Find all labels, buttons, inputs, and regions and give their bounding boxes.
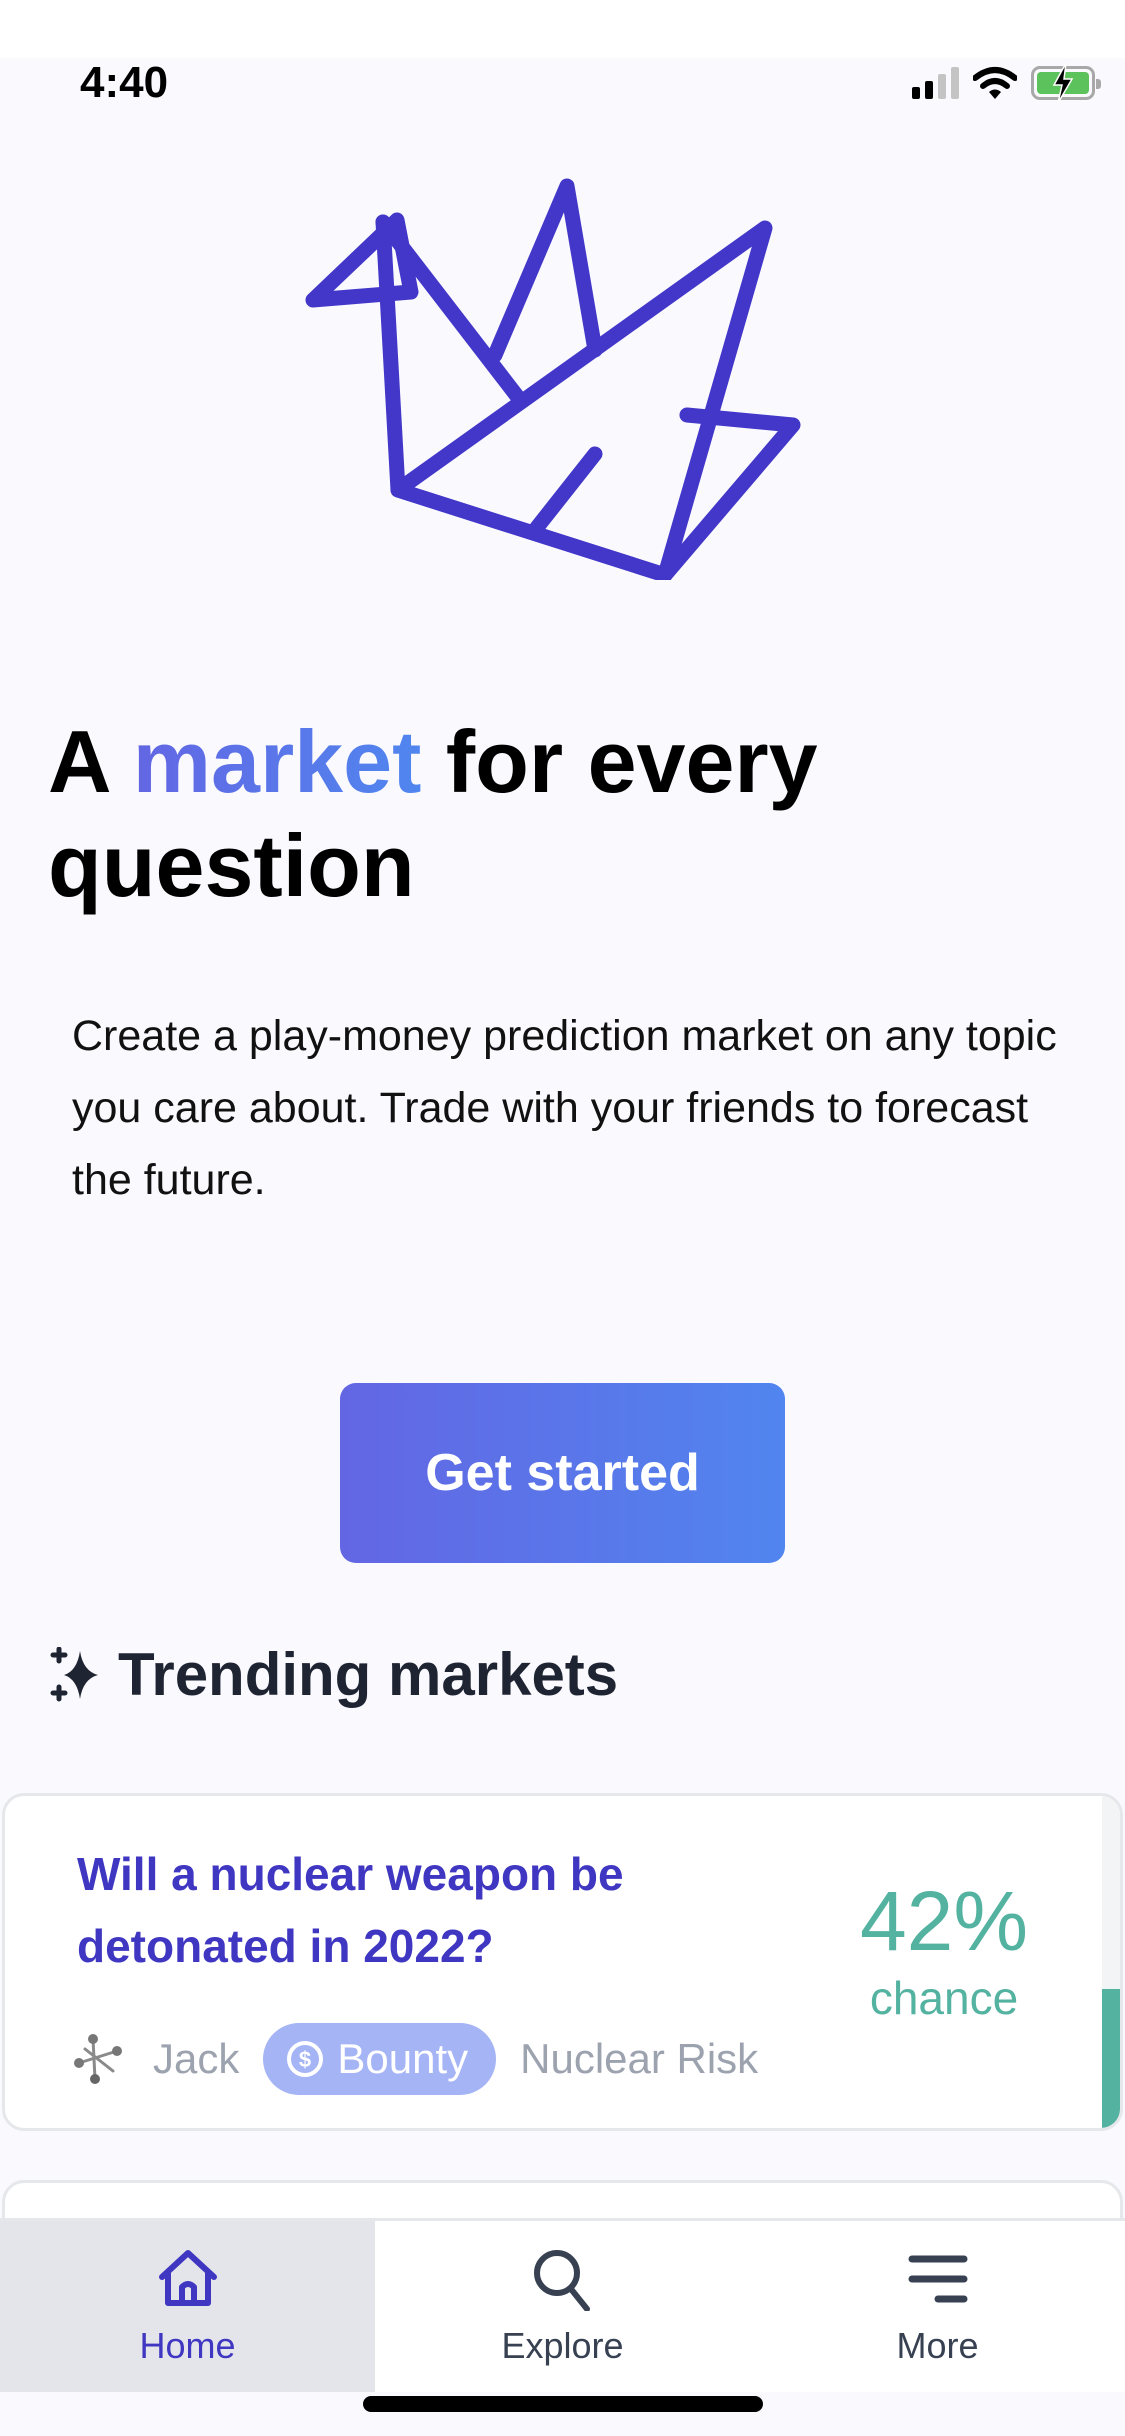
bounty-label: Bounty [337,2035,469,2082]
tab-home[interactable]: Home [0,2221,375,2392]
hero-title-prefix: A [48,712,109,811]
trending-header: Trending markets [50,1640,618,1709]
tab-explore-label: Explore [501,2324,624,2366]
charging-bolt-icon [1052,63,1074,103]
probability-bar-fill [1102,1988,1120,2128]
bottom-tab-bar: Home Explore More [0,2218,1125,2392]
market-question[interactable]: Will a nuclear weapon be detonated in 20… [77,1838,757,1982]
wifi-icon [973,67,1017,99]
svg-text:$: $ [299,2047,311,2072]
tab-home-label: Home [139,2324,236,2366]
status-time: 4:40 [80,58,169,107]
sparkles-icon [50,1646,98,1701]
search-icon [533,2249,590,2311]
market-group[interactable]: Nuclear Risk [520,2035,758,2083]
market-meta: Jack $ Bounty Nuclear Risk [73,2023,758,2095]
home-indicator[interactable] [363,2396,763,2412]
home-icon [158,2249,217,2306]
tab-more[interactable]: More [750,2221,1125,2392]
cellular-signal-icon [912,67,959,99]
hero-subtitle: Create a play-money prediction market on… [72,1012,1057,1204]
market-card[interactable]: Will a nuclear weapon be detonated in 20… [2,1793,1123,2131]
tab-explore[interactable]: Explore [375,2221,750,2392]
probability-bar-track [1102,1796,1120,2128]
probability-label: chance [869,1972,1019,2024]
dollar-circle-icon: $ [287,2041,324,2077]
hero-title-accent: market [132,712,422,811]
origami-crane-icon [305,178,801,580]
hero-title: A market for every question [48,710,1088,918]
creator-avatar[interactable] [73,2031,129,2087]
bounty-badge: $ Bounty [263,2023,497,2095]
tab-more-label: More [896,2324,979,2366]
battery-icon [1031,63,1101,103]
screen: 4:40 A market for every question Create … [0,0,1125,2436]
trending-title: Trending markets [118,1641,619,1708]
menu-icon [908,2255,967,2302]
market-probability: 42% chance [824,1876,1064,2030]
probability-value: 42% [859,1874,1029,1968]
status-icons [912,63,1101,103]
creator-name[interactable]: Jack [153,2035,239,2083]
status-bar: 4:40 [0,58,1125,148]
get-started-button[interactable]: Get started [340,1383,785,1563]
